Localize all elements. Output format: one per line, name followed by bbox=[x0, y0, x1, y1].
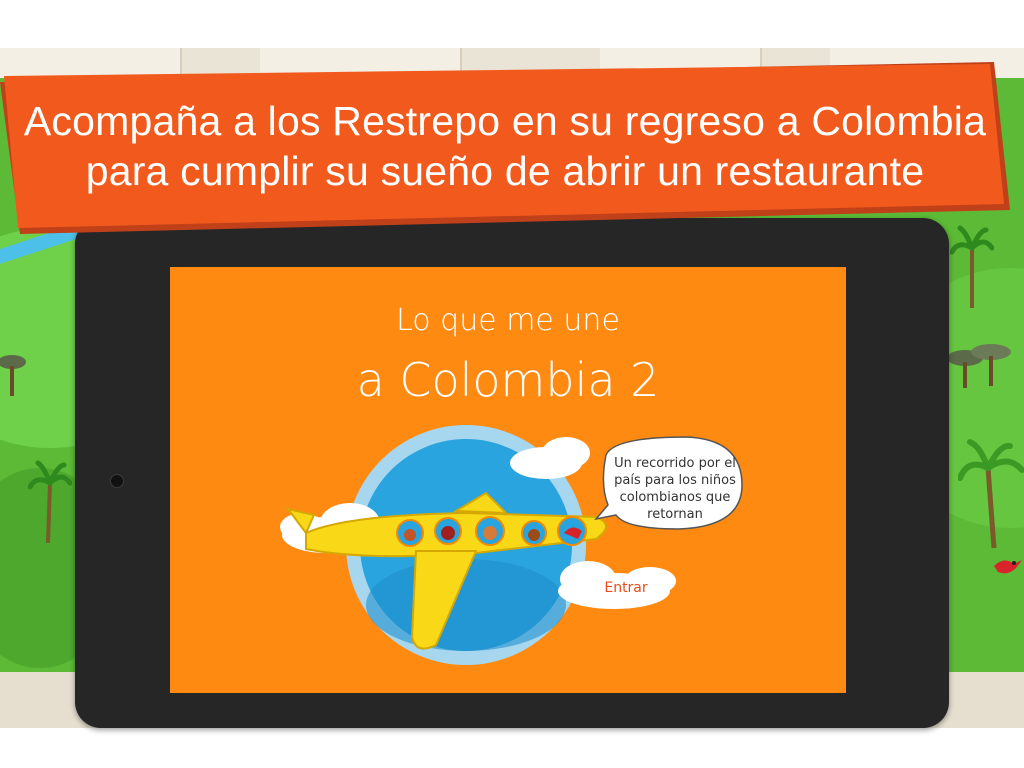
airplane-window bbox=[557, 516, 587, 546]
enter-button[interactable]: Entrar bbox=[598, 577, 654, 599]
app-title-line-1: Lo que me une bbox=[396, 303, 620, 338]
app-screen: Lo que me une a Colombia 2 Un recorrido … bbox=[170, 267, 846, 693]
airplane-window bbox=[521, 520, 547, 546]
airplane-window bbox=[396, 519, 424, 547]
palm-tree-icon bbox=[28, 460, 72, 543]
tree-cluster-icon bbox=[947, 344, 1011, 388]
speech-bubble-text: Un recorrido por el país para los niños … bbox=[614, 456, 736, 522]
banner-line-2: para cumplir su sueño de abrir un restau… bbox=[85, 148, 925, 194]
camera-icon bbox=[110, 474, 124, 488]
red-bird-icon bbox=[994, 560, 1022, 574]
tree-cluster-icon bbox=[0, 355, 26, 396]
app-title-line-2: a Colombia 2 bbox=[356, 353, 660, 407]
airplane-window bbox=[434, 517, 462, 545]
airplane-window bbox=[475, 516, 505, 546]
banner-line-1: Acompaña a los Restrepo en su regreso a … bbox=[23, 98, 987, 144]
palm-tree-icon bbox=[958, 439, 1024, 548]
